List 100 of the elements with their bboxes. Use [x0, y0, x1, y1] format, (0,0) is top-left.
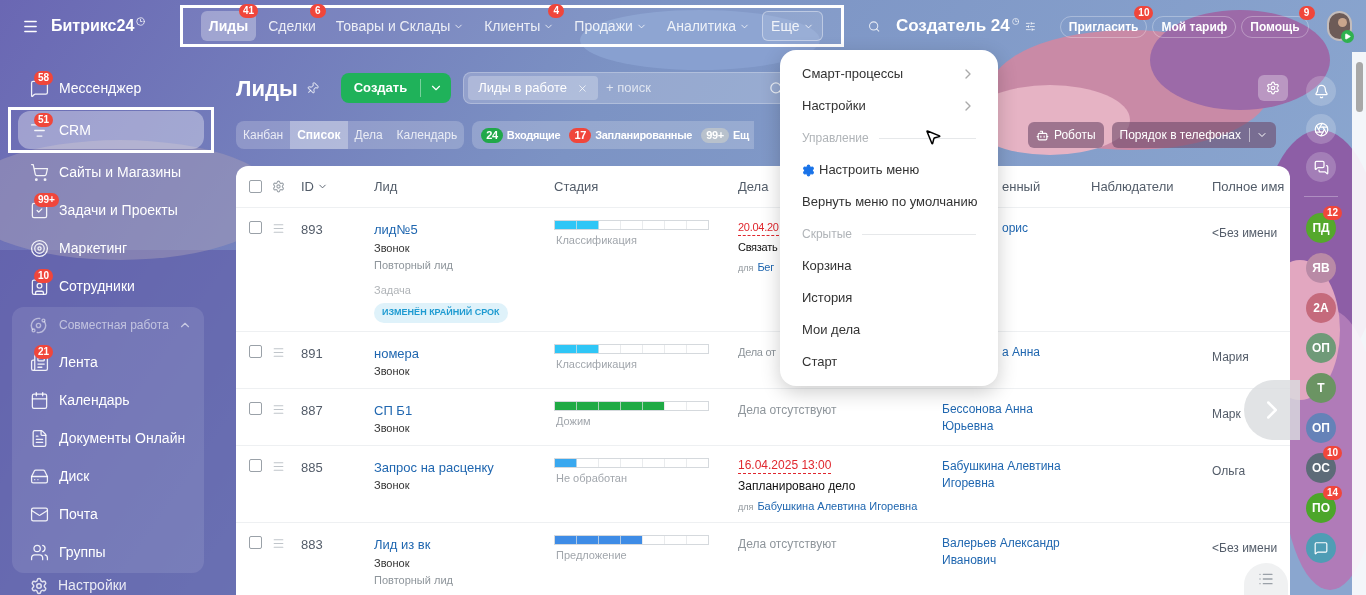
sidebar-item[interactable]: 10 Сотрудники: [18, 267, 204, 305]
view-tab[interactable]: Канбан: [236, 121, 291, 149]
menu-item[interactable]: Старт: [780, 346, 998, 378]
deals-text: Дела отсутствуют: [738, 536, 837, 553]
checkbox[interactable]: [249, 180, 262, 193]
counter-item[interactable]: 17 Запланированные: [569, 126, 693, 144]
lead-repeat-label: Повторный лид: [374, 258, 453, 273]
responsible-link[interactable]: а Анна: [1002, 343, 1091, 361]
brand-logo: Битрикс24: [51, 16, 135, 36]
lead-title-link[interactable]: лид№5: [374, 220, 418, 240]
responsible-link[interactable]: орис: [1002, 220, 1091, 237]
full-name-cell: Мария: [1212, 349, 1249, 364]
row-checkbox[interactable]: [249, 344, 262, 358]
view-tab[interactable]: Дела: [347, 121, 390, 149]
menu-item[interactable]: Мои дела: [780, 314, 998, 346]
group-header[interactable]: Совместная работа: [18, 307, 204, 343]
person-link[interactable]: Бег: [757, 258, 774, 275]
sliders-icon[interactable]: [1025, 19, 1036, 33]
close-icon[interactable]: [576, 82, 588, 94]
deal-for-label: для: [738, 500, 754, 514]
task-label: Задача: [374, 282, 411, 298]
drag-handle-icon[interactable]: [272, 402, 285, 416]
nav-tab[interactable]: Продажи: [566, 11, 655, 41]
settings-button[interactable]: [1258, 75, 1288, 101]
sidebar-item[interactable]: Почта: [18, 495, 204, 533]
counter-item[interactable]: 99+ Ещ: [701, 126, 750, 144]
sidebar-item[interactable]: Маркетинг: [18, 229, 204, 267]
lead-title-link[interactable]: СП Б1: [374, 400, 413, 420]
sidebar-item[interactable]: 51 CRM: [18, 111, 204, 149]
nav-tab[interactable]: Аналитика: [658, 11, 759, 41]
column-header[interactable]: Полное имя: [1212, 176, 1285, 197]
responsible-link[interactable]: Бабушкина Алевтина Игоревна: [942, 457, 1087, 492]
task-status-badge: ИЗМЕНЁН КРАЙНИЙ СРОК: [374, 303, 508, 323]
drag-handle-icon[interactable]: [272, 222, 285, 235]
row-checkbox[interactable]: [249, 536, 262, 549]
search-icon[interactable]: [867, 18, 880, 34]
stage-label: Не обработан: [556, 470, 629, 486]
menu-item[interactable]: Настроить меню: [780, 154, 998, 186]
aperture-icon[interactable]: [1306, 114, 1336, 144]
view-tab[interactable]: Календарь: [389, 121, 465, 149]
id-cell-text: 887: [301, 401, 323, 420]
menu-item[interactable]: Корзина: [780, 250, 998, 282]
sidebar-item[interactable]: 99+ Задачи и Проекты: [18, 191, 204, 229]
mouse-cursor-icon: [924, 128, 942, 146]
bell-icon[interactable]: [1306, 76, 1336, 106]
menu-section-title: Управление: [802, 130, 869, 147]
sidebar-item[interactable]: Календарь: [18, 381, 204, 419]
deal-text: Связать: [738, 240, 778, 255]
column-header[interactable]: Лид: [374, 176, 398, 197]
drag-handle-icon[interactable]: [272, 537, 285, 550]
column-header[interactable]: ID: [301, 176, 328, 197]
lead-source: Звонок: [374, 478, 410, 493]
robot-icon: [1035, 128, 1049, 142]
page-title: Лиды: [236, 74, 298, 103]
target-icon: [30, 238, 49, 258]
drag-handle-icon[interactable]: [272, 345, 285, 359]
lead-source: Звонок: [374, 555, 410, 571]
toolbar-button[interactable]: Порядок в телефонах: [1111, 122, 1276, 148]
settings-icon[interactable]: [272, 180, 285, 193]
id-cell-text: 885: [301, 458, 323, 477]
lead-title-link[interactable]: Запрос на расценку: [374, 457, 494, 477]
deal-date: 20.04.20: [738, 220, 779, 236]
list-icon: [1258, 571, 1274, 587]
toolbar-button[interactable]: Роботы: [1027, 122, 1104, 148]
nav-tab[interactable]: Товары и Склады: [327, 11, 473, 41]
column-header[interactable]: Стадия: [554, 176, 599, 197]
column-header[interactable]: Дела: [738, 176, 769, 197]
column-header[interactable]: енный: [1002, 176, 1041, 197]
people-icon: [30, 542, 49, 562]
full-name-cell: Марк: [1212, 406, 1241, 421]
column-header[interactable]: Наблюдатели: [1091, 176, 1174, 197]
sidebar-item[interactable]: Группы: [18, 533, 204, 571]
person-link[interactable]: Бабушкина Алевтина Игоревна: [757, 497, 918, 514]
row-checkbox[interactable]: [249, 401, 262, 415]
responsible-link[interactable]: Бессонова Анна Юрьевна: [942, 400, 1087, 435]
chat-icon[interactable]: [1306, 152, 1336, 182]
deal-for-label: для: [738, 261, 754, 275]
sidebar-item[interactable]: Сайты и Магазины: [18, 153, 204, 191]
counter-item[interactable]: 24 Входящие: [481, 126, 561, 144]
sidebar-item[interactable]: 58 Мессенджер: [18, 69, 204, 107]
row-checkbox[interactable]: [249, 221, 262, 234]
lead-title-link[interactable]: номера: [374, 343, 420, 363]
chat-bubble-icon: [1314, 541, 1328, 555]
id-cell-text: 893: [301, 221, 323, 239]
stage-label: Предложение: [556, 548, 628, 563]
stage-label: Дожим: [556, 413, 592, 429]
sidebar-item[interactable]: Документы Онлайн: [18, 419, 204, 457]
sidebar-item[interactable]: Настройки: [18, 575, 204, 595]
menu-item[interactable]: История: [780, 282, 998, 314]
sidebar-item[interactable]: Диск: [18, 457, 204, 495]
create-button[interactable]: Создать: [340, 73, 452, 103]
menu-item[interactable]: Вернуть меню по умолчанию: [780, 186, 998, 218]
sidebar-item[interactable]: 21 Лента: [18, 343, 204, 381]
row-checkbox[interactable]: [249, 458, 262, 472]
lead-title-link[interactable]: Лид из вк: [374, 535, 431, 555]
responsible-link[interactable]: Валерьев Александр Иванович: [942, 535, 1087, 569]
deals-text: Дела отсутствуют: [738, 401, 837, 419]
drag-handle-icon[interactable]: [272, 459, 285, 473]
deal-text: Запланировано дело: [738, 477, 856, 495]
search-input[interactable]: + поиск: [605, 78, 762, 98]
